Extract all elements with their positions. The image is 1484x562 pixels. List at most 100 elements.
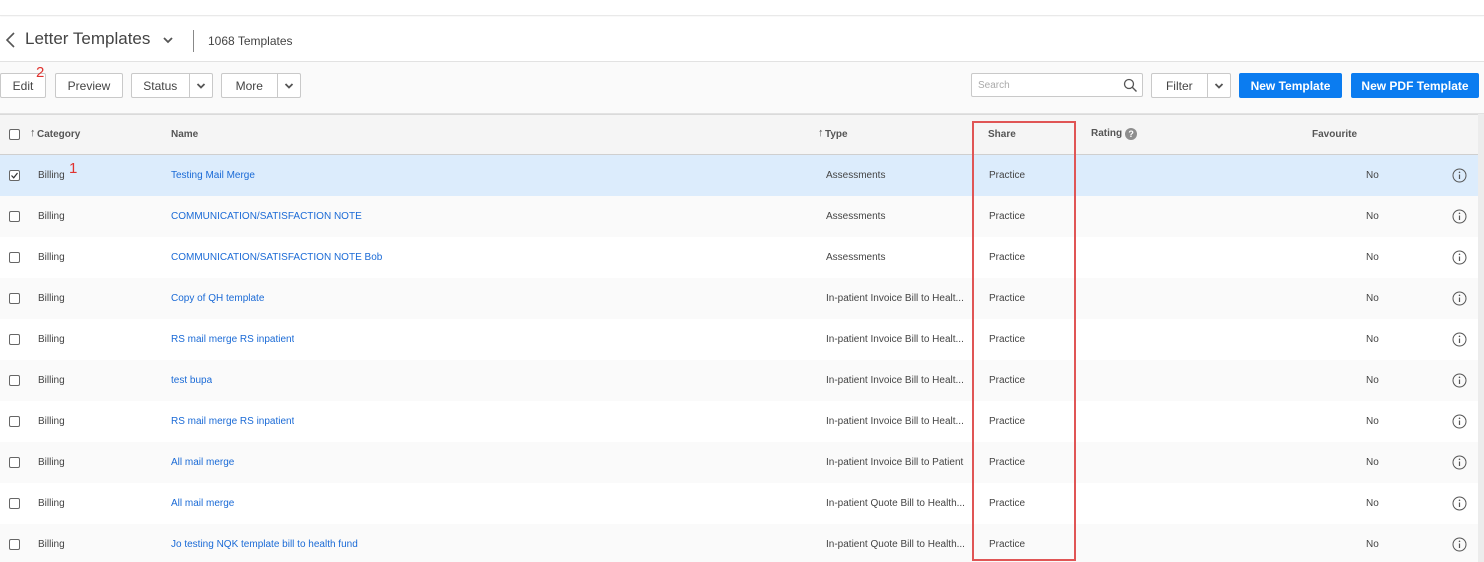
row-checkbox[interactable]	[9, 211, 20, 222]
scrollbar[interactable]	[1478, 114, 1484, 562]
cell-category: Billing	[38, 375, 65, 386]
help-icon[interactable]: ?	[1125, 128, 1138, 140]
cell-name-link[interactable]: All mail merge	[171, 498, 234, 509]
cell-type: In-patient Invoice Bill to Healt...	[826, 293, 964, 304]
row-checkbox[interactable]	[9, 539, 20, 550]
chevron-left-icon[interactable]	[4, 31, 18, 49]
cell-type: In-patient Invoice Bill to Healt...	[826, 375, 964, 386]
chevron-down-icon	[1214, 82, 1223, 89]
column-header-share[interactable]: Share	[988, 129, 1016, 140]
info-icon[interactable]	[1452, 332, 1467, 347]
cell-category: Billing	[38, 170, 65, 181]
cell-favourite: No	[1366, 375, 1379, 386]
status-dropdown[interactable]: Status	[131, 73, 213, 98]
cell-name-link[interactable]: Copy of QH template	[171, 293, 264, 304]
cell-share: Practice	[989, 293, 1026, 304]
cell-category: Billing	[38, 416, 65, 427]
table-row[interactable]: Billing Jo testing NQK template bill to …	[0, 524, 1478, 562]
chevron-down-icon[interactable]	[162, 35, 174, 45]
row-checkbox[interactable]	[9, 457, 20, 468]
chevron-down-icon	[196, 82, 205, 89]
cell-favourite: No	[1366, 498, 1379, 509]
table-row[interactable]: Billing All mail merge In-patient Quote …	[0, 483, 1478, 524]
info-icon[interactable]	[1452, 291, 1467, 306]
title-divider	[193, 30, 194, 52]
more-label: More	[235, 78, 263, 93]
page-title[interactable]: Letter Templates	[25, 29, 150, 49]
cell-name-link[interactable]: Testing Mail Merge	[171, 170, 255, 181]
status-caret[interactable]	[188, 74, 212, 97]
filter-dropdown[interactable]: Filter	[1151, 73, 1231, 98]
table-row[interactable]: Billing COMMUNICATION/SATISFACTION NOTE …	[0, 237, 1478, 278]
info-icon[interactable]	[1452, 209, 1467, 224]
cell-type: In-patient Invoice Bill to Healt...	[826, 416, 964, 427]
annotation-marker-1: 1	[69, 160, 78, 177]
column-header-name[interactable]: Name	[171, 129, 198, 140]
table-row[interactable]: Billing COMMUNICATION/SATISFACTION NOTE …	[0, 196, 1478, 237]
sort-up-icon: ↑	[818, 127, 824, 139]
cell-share: Practice	[989, 416, 1026, 427]
column-header-favourite[interactable]: Favourite	[1312, 129, 1357, 140]
select-all-checkbox[interactable]	[9, 129, 20, 140]
cell-category: Billing	[38, 457, 65, 468]
rating-label: Rating	[1091, 128, 1123, 139]
info-icon[interactable]	[1452, 537, 1467, 552]
more-dropdown[interactable]: More	[221, 73, 301, 98]
cell-favourite: No	[1366, 457, 1379, 468]
table-header: ↑ Category Name ↑ Type Share Rating? Fav…	[0, 114, 1478, 155]
cell-name-link[interactable]: COMMUNICATION/SATISFACTION NOTE	[171, 211, 362, 222]
column-header-rating[interactable]: Rating?	[1091, 128, 1138, 140]
new-pdf-template-label: New PDF Template	[1361, 78, 1469, 93]
row-checkbox[interactable]	[9, 293, 20, 304]
cell-type: In-patient Quote Bill to Health...	[826, 498, 965, 509]
row-checkbox[interactable]	[9, 416, 20, 427]
top-strip	[0, 0, 1484, 16]
new-pdf-template-button[interactable]: New PDF Template	[1351, 73, 1479, 98]
table-row[interactable]: Billing Copy of QH template In-patient I…	[0, 278, 1478, 319]
row-checkbox[interactable]	[9, 252, 20, 263]
cell-name-link[interactable]: Jo testing NQK template bill to health f…	[171, 539, 358, 550]
row-checkbox[interactable]	[9, 375, 20, 386]
cell-type: In-patient Quote Bill to Health...	[826, 539, 965, 550]
cell-category: Billing	[38, 498, 65, 509]
info-icon[interactable]	[1452, 455, 1467, 470]
table-row[interactable]: Billing All mail merge In-patient Invoic…	[0, 442, 1478, 483]
cell-type: Assessments	[826, 252, 886, 263]
search-box[interactable]	[971, 73, 1143, 97]
cell-share: Practice	[989, 252, 1026, 263]
status-label: Status	[143, 78, 178, 93]
row-checkbox[interactable]	[9, 170, 20, 181]
table-row[interactable]: Billing test bupa In-patient Invoice Bil…	[0, 360, 1478, 401]
column-header-category[interactable]: Category	[37, 129, 80, 140]
column-header-type[interactable]: Type	[825, 129, 848, 140]
filter-caret[interactable]	[1206, 74, 1230, 97]
cell-share: Practice	[989, 375, 1026, 386]
cell-name-link[interactable]: COMMUNICATION/SATISFACTION NOTE Bob	[171, 252, 382, 263]
chevron-down-icon	[284, 82, 293, 89]
table-row[interactable]: Billing 1 Testing Mail Merge Assessments…	[0, 155, 1478, 196]
cell-name-link[interactable]: RS mail merge RS inpatient	[171, 416, 294, 427]
info-icon[interactable]	[1452, 414, 1467, 429]
info-icon[interactable]	[1452, 168, 1467, 183]
table-row[interactable]: Billing RS mail merge RS inpatient In-pa…	[0, 401, 1478, 442]
cell-share: Practice	[989, 334, 1026, 345]
row-checkbox[interactable]	[9, 498, 20, 509]
info-icon[interactable]	[1452, 373, 1467, 388]
table-row[interactable]: Billing RS mail merge RS inpatient In-pa…	[0, 319, 1478, 360]
new-template-button[interactable]: New Template	[1239, 73, 1342, 98]
more-caret[interactable]	[276, 74, 300, 97]
cell-name-link[interactable]: test bupa	[171, 375, 212, 386]
search-icon[interactable]	[1123, 78, 1138, 93]
preview-button[interactable]: Preview	[55, 73, 123, 98]
cell-favourite: No	[1366, 539, 1379, 550]
search-input[interactable]	[978, 78, 1118, 93]
cell-name-link[interactable]: RS mail merge RS inpatient	[171, 334, 294, 345]
info-icon[interactable]	[1452, 250, 1467, 265]
info-icon[interactable]	[1452, 496, 1467, 511]
cell-type: Assessments	[826, 211, 886, 222]
cell-share: Practice	[989, 457, 1026, 468]
cell-name-link[interactable]: All mail merge	[171, 457, 234, 468]
filter-label: Filter	[1165, 78, 1193, 93]
row-checkbox[interactable]	[9, 334, 20, 345]
cell-favourite: No	[1366, 293, 1379, 304]
